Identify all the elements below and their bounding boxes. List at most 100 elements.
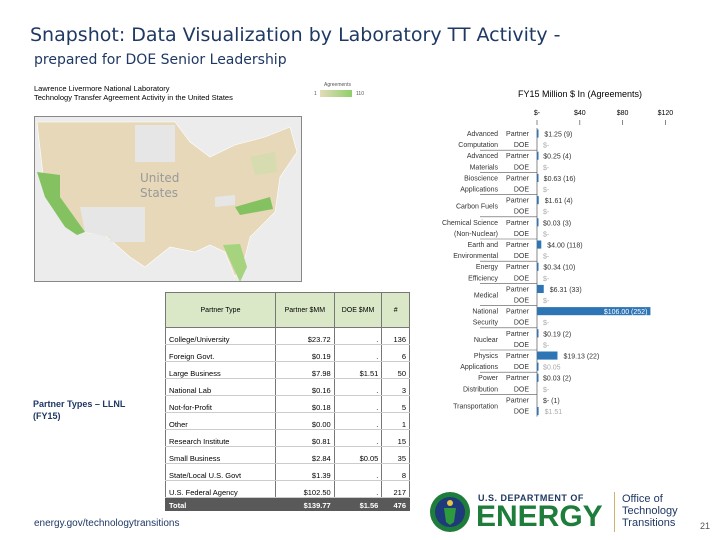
col-header: Partner $MM <box>275 292 335 328</box>
category-label: Nuclear <box>474 337 499 344</box>
table-cell: . <box>333 378 383 396</box>
table-row: State/Local U.S. Govt $1.39. 8 <box>165 463 410 481</box>
series-label: DOE <box>514 231 530 238</box>
series-label: Partner <box>506 220 530 227</box>
partner-type-table: Partner Type Partner $MM DOE $MM # Colle… <box>165 292 410 511</box>
category-label: Computation <box>458 142 498 149</box>
category-label: Efficiency <box>468 275 498 282</box>
table-cell: $0.16 <box>275 378 335 396</box>
series-label: DOE <box>514 209 530 216</box>
bar-partner <box>537 129 539 138</box>
table-row: Large Business $7.98 $1.51 50 <box>165 361 410 379</box>
partner-types-label: Partner Types – LLNL (FY15) <box>33 399 126 421</box>
series-label: Partner <box>506 264 530 271</box>
doe-logo: U.S. DEPARTMENT OF ENERGY Office of Tech… <box>428 490 688 534</box>
data-label: $6.31 (33) <box>550 287 582 294</box>
table-row: Not-for-Profit $0.18. 5 <box>165 395 410 413</box>
map-country-label: United <box>140 171 179 185</box>
office-name: Office of Technology Transitions <box>622 493 678 529</box>
table-cell: $2.84 <box>275 446 335 464</box>
page-number: 21 <box>700 521 711 531</box>
table-cell: 136 <box>381 327 410 345</box>
table-cell: Small Business <box>165 446 276 464</box>
doe-seal-icon <box>430 492 470 532</box>
series-label: Partner <box>506 153 530 160</box>
category-label: Environmental <box>453 253 498 260</box>
map-title-line2: Technology Transfer Agreement Activity i… <box>34 93 233 102</box>
category-label: Applications <box>460 364 498 371</box>
total-cell: $139.77 <box>275 497 335 511</box>
table-cell: $0.05 <box>333 446 383 464</box>
table-cell: . <box>333 395 383 413</box>
map-title: Lawrence Livermore National Laboratory T… <box>34 84 233 102</box>
series-label: DOE <box>514 364 530 371</box>
series-label: DOE <box>514 275 530 282</box>
legend-gradient <box>320 90 352 97</box>
category-label: National <box>472 309 498 316</box>
bar-doe <box>537 362 539 371</box>
series-label: Partner <box>506 175 530 182</box>
table-cell: State/Local U.S. Govt <box>165 463 276 481</box>
logo-line2: ENERGY <box>476 500 603 533</box>
table-row: U.S. Federal Agency $102.50. 217 <box>165 480 410 498</box>
series-label: DOE <box>514 298 530 305</box>
category-label: Transportation <box>453 404 498 411</box>
data-label: $4.00 (118) <box>547 243 582 250</box>
bar-partner <box>537 351 558 360</box>
table-cell: 3 <box>381 378 410 396</box>
legend-min: 1 <box>314 91 317 97</box>
series-label: Partner <box>506 198 530 205</box>
data-label: $- <box>543 387 550 394</box>
col-header: # <box>381 292 410 328</box>
x-tick-label: $80 <box>617 110 629 117</box>
bar-partner <box>537 240 542 249</box>
data-label: $1.25 (9) <box>544 132 572 139</box>
table-cell: $0.18 <box>275 395 335 413</box>
category-label: Advanced <box>467 153 498 160</box>
category-label: Medical <box>474 293 499 300</box>
category-label: Materials <box>470 164 499 171</box>
table-cell: $0.19 <box>275 344 335 362</box>
series-label: DOE <box>514 164 530 171</box>
x-tick-label: $40 <box>574 110 586 117</box>
table-cell: $102.50 <box>275 480 335 498</box>
category-label: Security <box>473 320 499 327</box>
table-cell: 35 <box>381 446 410 464</box>
map-legend: Agreements 1 110 <box>312 82 372 102</box>
table-cell: $1.39 <box>275 463 335 481</box>
table-cell: College/University <box>165 327 276 345</box>
x-tick-label: $- <box>534 110 541 117</box>
table-cell: . <box>333 480 383 498</box>
series-label: Partner <box>506 331 530 338</box>
table-cell: U.S. Federal Agency <box>165 480 276 498</box>
series-label: DOE <box>514 409 530 416</box>
series-label: Partner <box>506 353 530 360</box>
legend-title: Agreements <box>324 82 351 88</box>
data-label: $0.03 (2) <box>543 376 571 383</box>
series-label: Partner <box>506 309 530 316</box>
table-cell: Large Business <box>165 361 276 379</box>
category-label: Earth and <box>468 242 498 249</box>
footer-url[interactable]: energy.gov/technologytransitions <box>34 518 179 529</box>
bar-partner <box>537 284 544 293</box>
table-cell: . <box>333 344 383 362</box>
category-label: Carbon Fuels <box>456 204 499 211</box>
category-label: (Non-Nuclear) <box>454 231 498 238</box>
bar-partner <box>537 173 539 182</box>
data-label: $- <box>543 320 550 327</box>
table-row: Foreign Govt. $0.19. 6 <box>165 344 410 362</box>
series-label: Partner <box>506 242 530 249</box>
us-map[interactable]: United States <box>34 116 302 282</box>
data-label: $- <box>543 187 550 194</box>
table-cell: 15 <box>381 429 410 447</box>
table-cell: 5 <box>381 395 410 413</box>
series-label: Partner <box>506 397 530 404</box>
table-cell: $0.81 <box>275 429 335 447</box>
bar-partner <box>537 196 539 205</box>
map-country-label-2: States <box>140 186 178 200</box>
data-label: $- <box>543 342 550 349</box>
map-title-line1: Lawrence Livermore National Laboratory <box>34 84 170 93</box>
col-header: DOE $MM <box>333 292 383 328</box>
x-tick-label: $120 <box>658 110 674 117</box>
table-cell: $23.72 <box>275 327 335 345</box>
